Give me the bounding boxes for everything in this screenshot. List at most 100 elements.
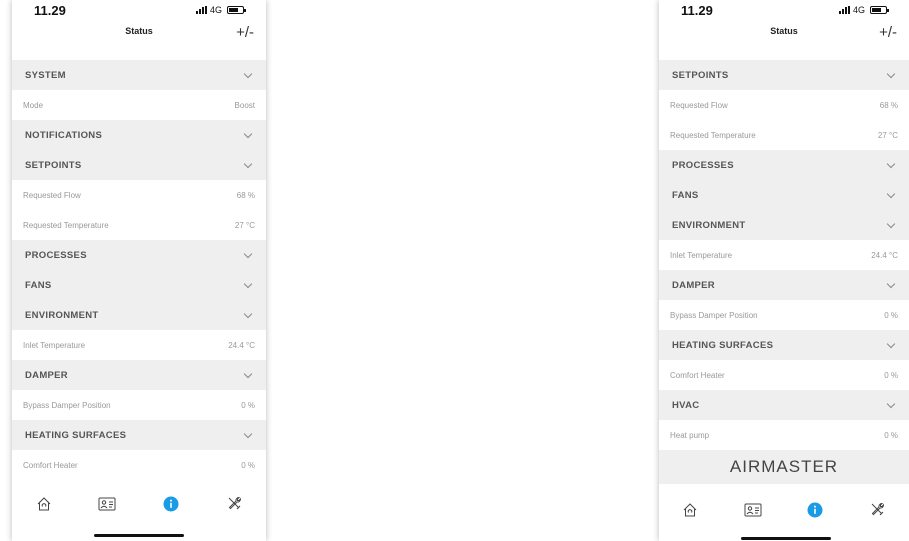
page-title: Status	[770, 26, 798, 36]
section-title: PROCESSES	[25, 249, 87, 261]
tab-tools[interactable]	[214, 494, 254, 518]
section-header-fans[interactable]: FANS	[12, 270, 266, 300]
chevron-down-icon	[243, 69, 253, 78]
section-header-damper[interactable]: DAMPER	[659, 270, 909, 300]
section-title: PROCESSES	[672, 159, 734, 171]
section-title: SYSTEM	[25, 69, 66, 81]
section-header-system[interactable]: SYSTEM	[12, 60, 266, 90]
chevron-down-icon	[243, 369, 253, 378]
phone-screen-right: 11.29 4G Status +/- SETPOINTS Requested F…	[659, 0, 909, 541]
row-requested-flow: Requested Flow 68 %	[659, 90, 909, 120]
section-title: FANS	[25, 279, 52, 291]
network-label: 4G	[852, 5, 865, 15]
row-inlet-temperature: Inlet Temperature 24.4 °C	[12, 330, 266, 360]
chevron-down-icon	[886, 339, 896, 348]
row-value: 0 %	[884, 370, 898, 380]
chevron-down-icon	[886, 279, 896, 288]
section-title: ENVIRONMENT	[25, 309, 99, 321]
info-icon	[807, 502, 823, 523]
section-header-fans[interactable]: FANS	[659, 180, 909, 210]
chevron-down-icon	[243, 159, 253, 168]
row-mode: Mode Boost	[12, 90, 266, 120]
row-value: 27 °C	[234, 220, 255, 230]
chevron-down-icon	[886, 399, 896, 408]
tab-bar	[659, 496, 909, 528]
section-title: SETPOINTS	[25, 159, 82, 171]
row-value: Boost	[234, 100, 255, 110]
row-label: Requested Temperature	[670, 130, 756, 140]
row-value: 0 %	[241, 460, 255, 470]
section-header-notifications[interactable]: NOTIFICATIONS	[12, 120, 266, 150]
profile-card-icon	[98, 497, 116, 516]
row-value: 0 %	[884, 430, 898, 440]
section-header-environment[interactable]: ENVIRONMENT	[659, 210, 909, 240]
status-icons: 4G	[838, 5, 889, 15]
chevron-down-icon	[886, 69, 896, 78]
row-value: 68 %	[879, 100, 898, 110]
status-icons: 4G	[195, 5, 246, 15]
section-header-setpoints[interactable]: SETPOINTS	[659, 60, 909, 90]
tab-home[interactable]	[670, 500, 710, 524]
row-label: Heat pump	[670, 430, 710, 440]
row-heat-pump: Heat pump 0 %	[659, 420, 909, 450]
signal-icon	[838, 6, 850, 14]
chevron-down-icon	[243, 129, 253, 138]
page-title: Status	[125, 26, 153, 36]
tab-profile-card[interactable]	[733, 500, 773, 524]
chevron-down-icon	[243, 429, 253, 438]
status-list: SYSTEM Mode Boost NOTIFICATIONS SETPOINTS Req…	[12, 60, 266, 480]
home-indicator[interactable]	[741, 537, 831, 540]
network-label: 4G	[209, 5, 222, 15]
row-label: Inlet Temperature	[670, 250, 733, 260]
plus-minus-button[interactable]: +/-	[879, 24, 897, 41]
section-header-setpoints[interactable]: SETPOINTS	[12, 150, 266, 180]
tab-tools[interactable]	[858, 500, 898, 524]
section-title: DAMPER	[672, 279, 715, 291]
row-bypass-damper-position: Bypass Damper Position 0 %	[659, 300, 909, 330]
tools-icon	[869, 501, 886, 523]
row-requested-temperature: Requested Temperature 27 °C	[12, 210, 266, 240]
plus-minus-button[interactable]: +/-	[236, 24, 254, 41]
section-title: FANS	[672, 189, 699, 201]
section-header-processes[interactable]: PROCESSES	[659, 150, 909, 180]
row-label: Bypass Damper Position	[23, 400, 111, 410]
battery-icon	[870, 6, 889, 14]
row-value: 27 °C	[877, 130, 898, 140]
section-header-heating-surfaces[interactable]: HEATING SURFACES	[659, 330, 909, 360]
home-icon	[682, 502, 698, 523]
row-value: 0 %	[884, 310, 898, 320]
chevron-down-icon	[886, 159, 896, 168]
row-inlet-temperature: Inlet Temperature 24.4 °C	[659, 240, 909, 270]
tab-home[interactable]	[24, 494, 64, 518]
chevron-down-icon	[243, 309, 253, 318]
signal-icon	[195, 6, 207, 14]
chevron-down-icon	[886, 219, 896, 228]
row-label: Requested Flow	[670, 100, 728, 110]
row-label: Requested Flow	[23, 190, 81, 200]
section-title: ENVIRONMENT	[672, 219, 746, 231]
row-label: Bypass Damper Position	[670, 310, 758, 320]
tab-info[interactable]	[151, 494, 191, 518]
section-header-processes[interactable]: PROCESSES	[12, 240, 266, 270]
profile-card-icon	[744, 503, 762, 522]
section-title: NOTIFICATIONS	[25, 129, 103, 141]
section-header-damper[interactable]: DAMPER	[12, 360, 266, 390]
status-bar: 11.29 4G	[12, 0, 266, 22]
row-label: Comfort Heater	[23, 460, 78, 470]
home-icon	[36, 496, 52, 517]
tab-profile-card[interactable]	[87, 494, 127, 518]
status-bar: 11.29 4G	[659, 0, 909, 22]
section-header-hvac[interactable]: HVAC	[659, 390, 909, 420]
row-label: Inlet Temperature	[23, 340, 86, 350]
tab-info[interactable]	[795, 500, 835, 524]
row-comfort-heater: Comfort Heater 0 %	[659, 360, 909, 390]
section-header-environment[interactable]: ENVIRONMENT	[12, 300, 266, 330]
row-label: Comfort Heater	[670, 370, 725, 380]
row-value: 0 %	[241, 400, 255, 410]
home-indicator[interactable]	[94, 534, 184, 537]
chevron-down-icon	[886, 189, 896, 198]
section-header-heating-surfaces[interactable]: HEATING SURFACES	[12, 420, 266, 450]
tab-bar	[12, 490, 266, 522]
row-value: 24.4 °C	[871, 250, 898, 260]
row-value: 24.4 °C	[228, 340, 255, 350]
